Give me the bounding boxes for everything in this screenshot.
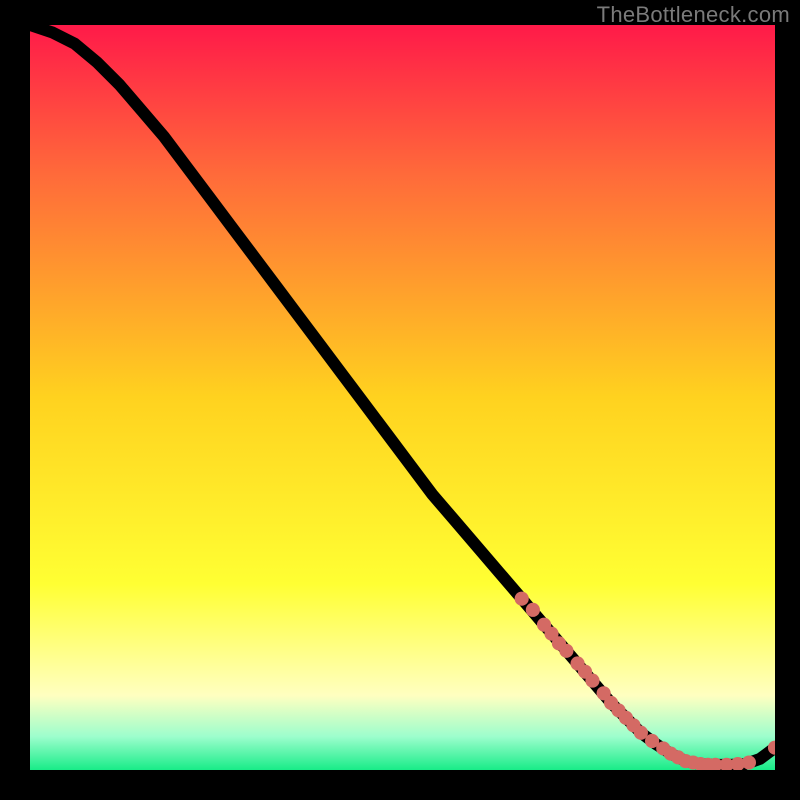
data-marker xyxy=(526,603,540,617)
plot-area xyxy=(30,25,775,770)
data-marker xyxy=(585,674,599,688)
chart-stage: TheBottleneck.com xyxy=(0,0,800,800)
watermark-label: TheBottleneck.com xyxy=(597,2,790,28)
plot-svg xyxy=(30,25,775,770)
data-marker xyxy=(559,644,573,658)
data-marker xyxy=(515,592,529,606)
plot-background xyxy=(30,25,775,770)
data-marker xyxy=(742,755,756,769)
